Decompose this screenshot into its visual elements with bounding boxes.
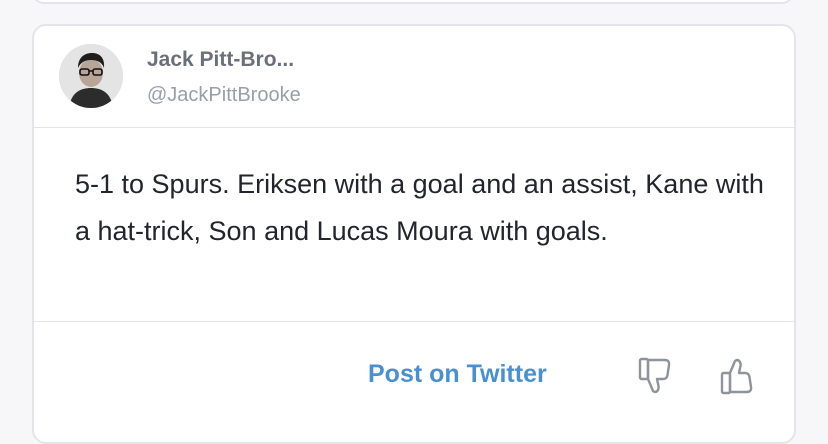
post-on-twitter-link[interactable]: Post on Twitter: [368, 360, 547, 389]
tweet-header: Jack Pitt-Bro... @JackPittBrooke: [34, 26, 794, 128]
tweet-body: 5-1 to Spurs. Eriksen with a goal and an…: [34, 128, 794, 322]
avatar[interactable]: [59, 44, 123, 108]
author-name[interactable]: Jack Pitt-Bro...: [147, 48, 294, 72]
author-handle[interactable]: @JackPittBrooke: [147, 84, 301, 107]
avatar-photo: [59, 44, 123, 108]
tweet-text: 5-1 to Spurs. Eriksen with a goal and an…: [75, 169, 764, 246]
thumbs-up-button[interactable]: [716, 354, 760, 398]
previous-card-edge: [32, 0, 794, 4]
thumbs-up-icon: [720, 358, 753, 395]
tweet-card: Jack Pitt-Bro... @JackPittBrooke 5-1 to …: [32, 24, 796, 444]
thumbs-down-icon: [638, 357, 671, 394]
tweet-footer: Post on Twitter: [34, 322, 794, 442]
thumbs-down-button[interactable]: [634, 354, 678, 398]
